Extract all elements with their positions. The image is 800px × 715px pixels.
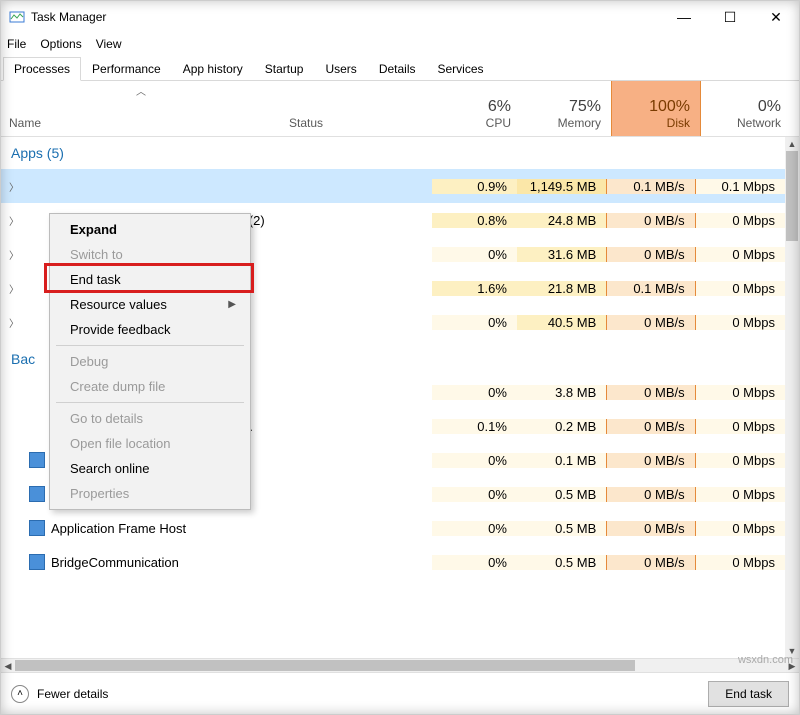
tab-startup[interactable]: Startup bbox=[254, 57, 315, 80]
close-button[interactable]: ✕ bbox=[753, 1, 799, 33]
ctx-expand[interactable]: Expand bbox=[52, 217, 248, 242]
task-manager-icon bbox=[9, 9, 25, 25]
menu-file[interactable]: File bbox=[7, 37, 26, 51]
window-title: Task Manager bbox=[31, 10, 106, 24]
group-apps[interactable]: Apps (5) bbox=[1, 137, 785, 169]
menubar: File Options View bbox=[1, 33, 799, 55]
column-name[interactable]: ︿ Name bbox=[1, 81, 281, 136]
maximize-button[interactable]: ☐ bbox=[707, 1, 753, 33]
ctx-go-to-details: Go to details bbox=[52, 406, 248, 431]
expand-icon[interactable]: 〉 bbox=[9, 315, 23, 330]
column-status[interactable]: Status bbox=[281, 81, 436, 136]
context-menu: Expand Switch to End task Resource value… bbox=[49, 213, 251, 510]
ctx-open-file-location: Open file location bbox=[52, 431, 248, 456]
tab-services[interactable]: Services bbox=[427, 57, 495, 80]
chevron-up-icon: ˄ bbox=[11, 685, 29, 703]
process-icon bbox=[29, 452, 45, 468]
process-row[interactable]: Application Frame Host 0% 0.5 MB 0 MB/s … bbox=[1, 511, 785, 545]
ctx-resource-values[interactable]: Resource values ▶ bbox=[52, 292, 248, 317]
titlebar: Task Manager — ☐ ✕ bbox=[1, 1, 799, 33]
tab-strip: Processes Performance App history Startu… bbox=[1, 55, 799, 81]
horizontal-scrollbar[interactable]: ◀ ▶ bbox=[1, 658, 799, 672]
process-row[interactable]: 〉 0.9% 1,149.5 MB 0.1 MB/s 0.1 Mbps bbox=[1, 169, 785, 203]
process-icon bbox=[29, 486, 45, 502]
ctx-separator bbox=[56, 402, 244, 403]
process-icon bbox=[29, 554, 45, 570]
task-manager-window: Task Manager — ☐ ✕ File Options View Pro… bbox=[0, 0, 800, 715]
process-icon bbox=[29, 520, 45, 536]
ctx-end-task[interactable]: End task bbox=[52, 267, 248, 292]
scroll-thumb[interactable] bbox=[15, 660, 635, 671]
process-row[interactable]: BridgeCommunication 0% 0.5 MB 0 MB/s 0 M… bbox=[1, 545, 785, 579]
sort-indicator-icon: ︿ bbox=[136, 83, 146, 98]
ctx-create-dump: Create dump file bbox=[52, 374, 248, 399]
menu-options[interactable]: Options bbox=[40, 37, 81, 51]
expand-icon[interactable]: 〉 bbox=[9, 281, 23, 296]
ctx-provide-feedback[interactable]: Provide feedback bbox=[52, 317, 248, 342]
vertical-scrollbar[interactable]: ▲ ▼ bbox=[785, 137, 799, 658]
tab-details[interactable]: Details bbox=[368, 57, 427, 80]
column-cpu[interactable]: 6% CPU bbox=[436, 81, 521, 136]
scroll-up-icon[interactable]: ▲ bbox=[785, 137, 799, 151]
tab-users[interactable]: Users bbox=[314, 57, 367, 80]
fewer-details-button[interactable]: ˄ Fewer details bbox=[11, 685, 108, 703]
ctx-switch-to: Switch to bbox=[52, 242, 248, 267]
tab-performance[interactable]: Performance bbox=[81, 57, 172, 80]
tab-processes[interactable]: Processes bbox=[3, 57, 81, 81]
submenu-arrow-icon: ▶ bbox=[228, 299, 236, 310]
scroll-thumb[interactable] bbox=[786, 151, 798, 241]
expand-icon[interactable]: 〉 bbox=[9, 179, 23, 194]
table-header: ︿ Name Status 6% CPU 75% Memory 100% Dis… bbox=[1, 81, 799, 137]
minimize-button[interactable]: — bbox=[661, 1, 707, 33]
column-memory[interactable]: 75% Memory bbox=[521, 81, 611, 136]
ctx-properties: Properties bbox=[52, 481, 248, 506]
end-task-button[interactable]: End task bbox=[708, 681, 789, 707]
expand-icon[interactable]: 〉 bbox=[9, 213, 23, 228]
ctx-debug: Debug bbox=[52, 349, 248, 374]
expand-icon[interactable]: 〉 bbox=[9, 247, 23, 262]
ctx-search-online[interactable]: Search online bbox=[52, 456, 248, 481]
column-network[interactable]: 0% Network bbox=[701, 81, 791, 136]
scroll-left-icon[interactable]: ◀ bbox=[1, 659, 15, 672]
watermark: wsxdn.com bbox=[738, 654, 793, 666]
footer: ˄ Fewer details End task bbox=[1, 672, 799, 714]
column-disk[interactable]: 100% Disk bbox=[611, 81, 701, 136]
ctx-separator bbox=[56, 345, 244, 346]
tab-app-history[interactable]: App history bbox=[172, 57, 254, 80]
menu-view[interactable]: View bbox=[96, 37, 122, 51]
window-controls: — ☐ ✕ bbox=[661, 1, 799, 33]
